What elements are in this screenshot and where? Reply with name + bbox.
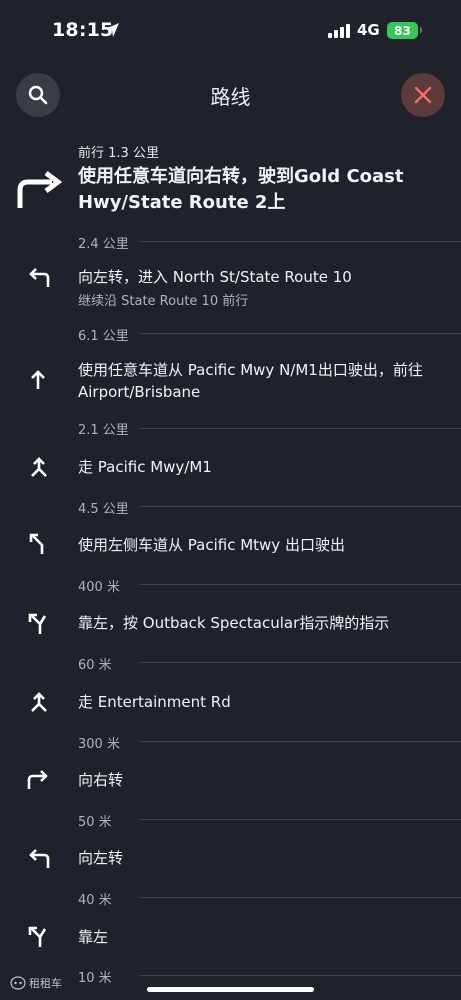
keep-left-icon xyxy=(28,613,47,634)
step-pre-distance: 前行 1.3 公里 xyxy=(78,146,159,161)
home-indicator[interactable] xyxy=(147,987,314,992)
divider xyxy=(139,506,461,507)
step-distance: 2.1 公里 xyxy=(78,423,129,438)
divider xyxy=(139,584,461,585)
divider xyxy=(139,662,461,663)
step-distance: 40 米 xyxy=(78,893,112,908)
step-instruction: 走 Entertainment Rd xyxy=(78,693,231,711)
turn-right-icon xyxy=(27,770,48,789)
divider xyxy=(139,241,461,242)
step-distance: 400 米 xyxy=(78,580,120,595)
network-type: 4G xyxy=(357,21,380,39)
step-distance: 6.1 公里 xyxy=(78,329,129,344)
step-distance: 50 米 xyxy=(78,815,112,830)
step-instruction: 向左转，进入 North St/State Route 10 xyxy=(78,268,352,286)
step-instruction: 走 Pacific Mwy/M1 xyxy=(78,458,212,476)
step-subtitle: 继续沿 State Route 10 前行 xyxy=(78,294,249,309)
step-distance: 4.5 公里 xyxy=(78,502,129,517)
step-instruction: 靠左，按 Outback Spectacular指示牌的指示 xyxy=(78,614,390,632)
turn-left-icon xyxy=(29,849,50,868)
header: 路线 xyxy=(0,70,461,120)
step-distance: 300 米 xyxy=(78,737,120,752)
divider xyxy=(139,333,461,334)
step-instruction: 使用左侧车道从 Pacific Mtwy 出口驶出 xyxy=(78,536,345,554)
watermark-text: 租租车 xyxy=(29,977,62,990)
step-instruction: 靠左 xyxy=(78,928,109,946)
close-icon xyxy=(414,86,432,104)
turn-right-large-icon xyxy=(17,171,62,208)
divider xyxy=(139,428,461,429)
divider xyxy=(139,975,461,976)
watermark-logo-icon xyxy=(10,976,26,990)
close-button[interactable] xyxy=(401,73,445,117)
step-distance: 10 米 xyxy=(78,971,112,986)
step-instruction: 使用任意车道向右转，驶到Gold Coast Hwy/State Route 2… xyxy=(78,166,404,213)
straight-arrow-icon xyxy=(31,370,45,389)
keep-left-icon xyxy=(28,926,47,947)
battery-icon: 83 xyxy=(387,22,418,39)
merge-icon xyxy=(31,457,47,477)
step-distance: 60 米 xyxy=(78,658,112,673)
battery-level: 83 xyxy=(394,23,411,38)
divider xyxy=(139,819,461,820)
watermark: 租租车 xyxy=(10,975,62,991)
step-instruction: 向右转 xyxy=(78,771,124,789)
page-title: 路线 xyxy=(210,85,251,109)
turn-left-icon xyxy=(29,268,50,287)
battery-nub xyxy=(420,27,422,33)
status-bar: 18:15 4G 83 xyxy=(0,0,461,60)
divider xyxy=(139,741,461,742)
location-arrow-icon xyxy=(105,23,119,37)
exit-left-icon xyxy=(29,533,44,554)
step-instruction: 向左转 xyxy=(78,849,124,867)
step-instruction: 使用任意车道从 Pacific Mwy N/M1出口驶出，前往 Airport/… xyxy=(78,361,423,401)
cellular-signal-icon xyxy=(328,24,350,38)
divider xyxy=(139,897,461,898)
merge-icon xyxy=(31,692,47,712)
step-distance: 2.4 公里 xyxy=(78,237,129,252)
